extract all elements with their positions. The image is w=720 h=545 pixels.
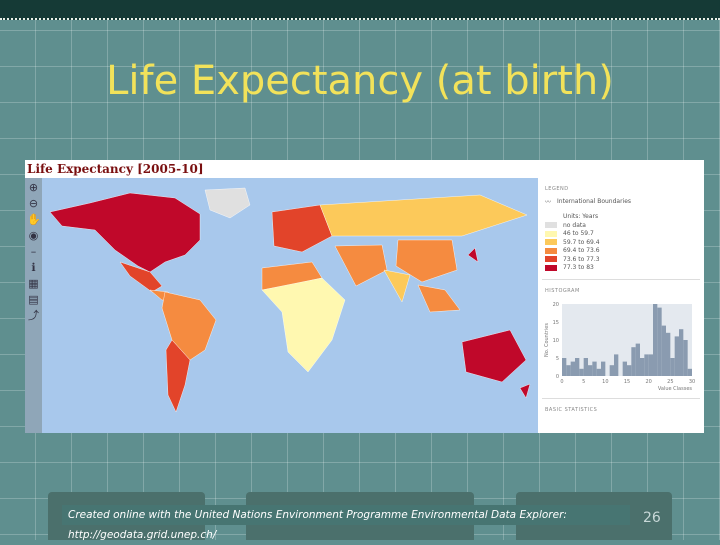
histogram-bar (657, 307, 662, 376)
histogram-bar (627, 365, 632, 376)
legend-swatch (545, 247, 557, 254)
histogram-bar (687, 368, 692, 376)
export-icon[interactable]: ⤴ (27, 309, 40, 322)
y-tick-label: 20 (553, 302, 559, 308)
histogram-bar (583, 358, 588, 376)
histogram-bar (592, 361, 597, 376)
legend-swatch (545, 230, 557, 237)
histogram-bar (679, 329, 684, 376)
legend-label: 59.7 to 69.4 (563, 238, 600, 246)
histogram-bar (562, 358, 567, 376)
histogram-bar (640, 358, 645, 376)
legend-swatch (545, 256, 557, 262)
legend-label: no data (563, 221, 586, 229)
legend-item: 59.7 to 69.4 (545, 239, 704, 246)
histogram-bar (670, 358, 675, 376)
histogram-bar (601, 361, 606, 376)
legend-heading: LEGEND (545, 186, 569, 192)
histogram-bar (635, 343, 640, 376)
y-tick-label: 15 (553, 320, 559, 326)
divider-icon: – (30, 245, 37, 258)
legend-swatch (545, 222, 557, 228)
legend-item: 69.4 to 73.6 (545, 247, 704, 254)
legend-item: 73.6 to 77.3 (545, 256, 704, 263)
legend-swatch (545, 264, 557, 271)
pan-hand-icon[interactable]: ✋ (27, 213, 41, 226)
world-map[interactable] (42, 178, 538, 433)
units-label: Units: Years (563, 213, 599, 220)
y-tick-label: 0 (556, 374, 559, 380)
boundary-line-icon: 〰 (545, 199, 552, 206)
y-tick-label: 10 (553, 338, 559, 344)
histogram-bar (683, 340, 688, 376)
map-toolbar: ⊕ ⊖ ✋ ◉ – ℹ ▦ ▤ ⤴ (25, 178, 42, 433)
globe-icon[interactable]: ◉ (27, 229, 40, 242)
histogram-bar (653, 304, 658, 376)
info-icon[interactable]: ℹ (27, 261, 40, 274)
zoom-in-icon[interactable]: ⊕ (27, 181, 40, 194)
x-tick-label: 25 (667, 379, 673, 385)
histogram-chart: 0 5 10 15 20 25 30 0 5 10 15 20 Value Classes No. Cou… (544, 302, 695, 392)
legend-label: 77.3 to 83 (563, 264, 594, 271)
histogram-bar (631, 347, 636, 376)
y-tick-label: 5 (556, 356, 559, 362)
histogram-bar (566, 365, 571, 376)
page-number: 26 (643, 510, 661, 526)
legend-panel: LEGEND 〰 International Boundaries Units: … (538, 178, 704, 433)
histogram-bar (570, 361, 575, 376)
statistics-heading: BASIC STATISTICS (545, 407, 598, 413)
histogram-bar (674, 336, 679, 376)
boundaries-label: International Boundaries (557, 198, 632, 205)
histogram-bar (622, 361, 627, 376)
histogram-bar (661, 325, 666, 376)
zoom-out-icon[interactable]: ⊖ (27, 197, 40, 210)
x-tick-label: 15 (624, 379, 630, 385)
histogram-bar (609, 365, 614, 376)
circuit-banner (0, 0, 720, 20)
legend-label: 46 to 59.7 (563, 230, 594, 237)
histogram-bar (596, 368, 601, 376)
histogram-bar (666, 332, 671, 376)
legend-item: no data (545, 222, 704, 229)
x-tick-label: 0 (560, 379, 563, 385)
histogram-bar (575, 358, 580, 376)
chart-icon[interactable]: ▦ (27, 277, 40, 290)
slide-title: Life Expectancy (at birth) (106, 58, 614, 104)
histogram-bar (614, 354, 619, 376)
x-tick-label: 20 (645, 379, 651, 385)
y-axis-label: No. Countries (544, 323, 550, 357)
x-tick-label: 5 (582, 379, 585, 385)
legend-label: 73.6 to 77.3 (563, 255, 600, 263)
histogram-bar (644, 354, 649, 376)
print-icon[interactable]: ▤ (27, 293, 40, 306)
histogram-bar (588, 365, 593, 376)
map-title: Life Expectancy [2005-10] (27, 162, 204, 176)
source-caption: Created online with the United Nations E… (62, 505, 630, 541)
legend-swatch (545, 239, 557, 245)
x-tick-label: 30 (689, 379, 695, 385)
histogram-bar (579, 368, 584, 376)
x-tick-label: 10 (602, 379, 608, 385)
legend-label: 69.4 to 73.6 (563, 247, 600, 254)
x-axis-label: Value Classes (658, 386, 693, 392)
map-screenshot: Life Expectancy [2005-10] ⊕ ⊖ ✋ ◉ – ℹ ▦ … (25, 160, 704, 433)
legend-item: 77.3 to 83 (545, 264, 704, 271)
legend-item: 46 to 59.7 (545, 230, 704, 237)
histogram-bar (648, 354, 653, 376)
